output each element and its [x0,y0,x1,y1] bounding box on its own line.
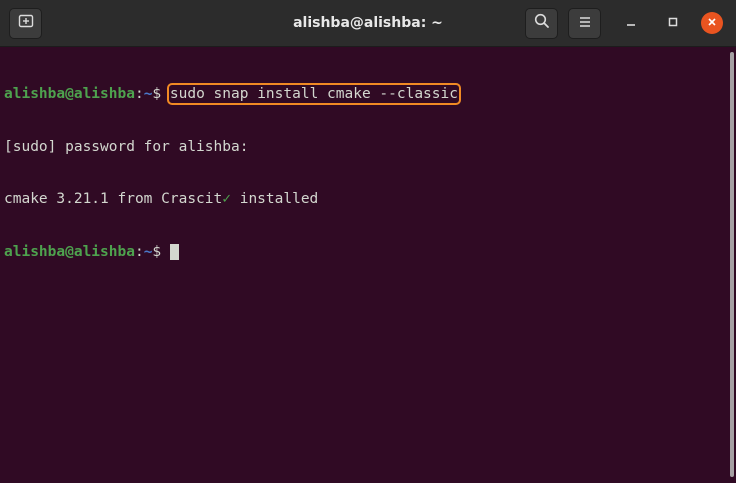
prompt-dollar: $ [152,86,170,102]
close-icon [707,14,717,32]
terminal-line-1: alishba@alishba:~$ sudo snap install cma… [4,83,728,105]
terminal-line-3: cmake 3.21.1 from Crascit✓ installed [4,191,728,209]
maximize-icon [668,14,678,32]
hamburger-menu-icon [578,15,592,33]
close-button[interactable] [701,12,723,34]
maximize-button[interactable] [662,12,684,34]
terminal-output[interactable]: alishba@alishba:~$ sudo snap install cma… [0,47,728,483]
terminal-line-4: alishba@alishba:~$ [4,243,728,262]
new-tab-button[interactable] [9,8,42,39]
new-tab-icon [18,14,34,33]
prompt-separator: : [134,86,144,102]
check-icon: ✓ [222,191,231,207]
search-icon [534,13,550,34]
scrollbar[interactable] [730,52,734,477]
terminal-line-2: [sudo] password for alishba: [4,138,249,155]
install-text: cmake 3.21.1 from Crascit [4,191,223,207]
prompt-user: alishba@alishba [4,243,135,260]
menu-button[interactable] [568,8,601,39]
title-bar: alishba@alishba: ~ [0,0,736,47]
highlighted-command: sudo snap install cmake --classic [166,83,461,105]
minimize-button[interactable] [620,12,642,34]
prompt-dollar: $ [152,243,170,260]
minimize-icon [626,14,636,32]
terminal-cursor [169,243,179,260]
prompt-separator: : [134,243,144,260]
search-button[interactable] [525,8,558,39]
install-status: installed [230,191,319,207]
prompt-user: alishba@alishba [4,86,135,102]
terminal-window: alishba@alishba: ~ alishba@alishba:~$ su… [0,0,736,483]
